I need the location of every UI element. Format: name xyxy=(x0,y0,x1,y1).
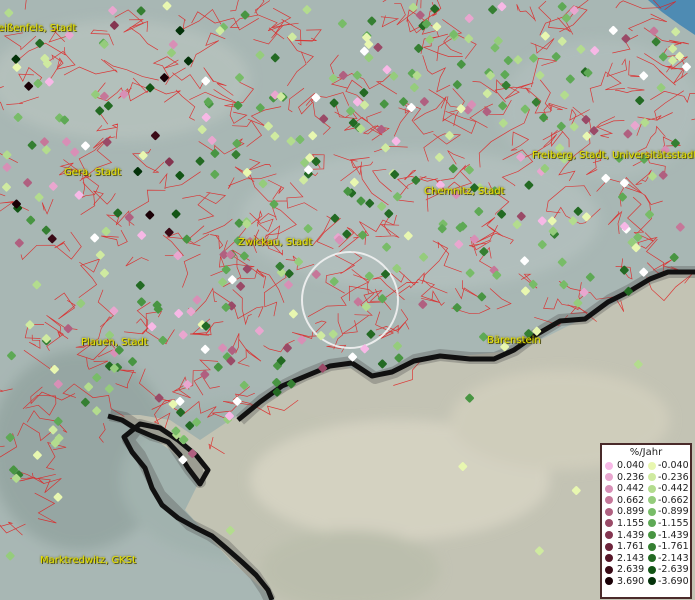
legend-value-positive: 0.662 xyxy=(617,494,645,506)
legend-row: 2.639 -2.639 xyxy=(602,564,690,576)
legend-swatch-positive xyxy=(605,484,613,493)
legend-value-positive: 1.439 xyxy=(617,529,645,541)
legend-value-negative: -0.236 xyxy=(658,471,689,483)
legend-value-positive: 3.690 xyxy=(617,575,645,587)
legend-value-negative: -1.155 xyxy=(658,517,689,529)
legend-value-positive: 2.639 xyxy=(617,564,645,576)
place-label-chemnitz[interactable]: Chemnitz, Stadt xyxy=(424,186,505,197)
legend-title: %/Jahr xyxy=(629,447,663,458)
legend-swatch-negative xyxy=(648,577,656,586)
legend-swatch-positive xyxy=(605,496,613,505)
map-canvas[interactable] xyxy=(0,0,695,600)
legend-swatch-negative xyxy=(648,507,656,516)
legend-rows: 0.040 -0.040 0.236 -0.236 0.442 -0.442 0.662 -0… xyxy=(602,460,690,588)
legend-value-negative: -1.761 xyxy=(658,541,689,553)
legend-value-positive: 0.442 xyxy=(617,483,645,495)
legend-value-negative: -2.639 xyxy=(658,564,689,576)
legend-value-negative: -0.662 xyxy=(658,494,689,506)
legend-swatch-negative xyxy=(648,554,656,563)
legend-swatch-negative xyxy=(648,473,656,482)
place-label-plauen[interactable]: Plauen, Stadt xyxy=(81,337,148,348)
legend-row: 0.662 -0.662 xyxy=(602,495,690,507)
legend-swatch-positive xyxy=(605,542,613,551)
legend-row: 2.143 -2.143 xyxy=(602,553,690,565)
legend-swatch-positive xyxy=(605,519,613,528)
legend-swatch-negative xyxy=(648,542,656,551)
legend-row: 3.690 -3.690 xyxy=(602,576,690,588)
legend-swatch-negative xyxy=(648,461,656,470)
legend-value-negative: -0.040 xyxy=(658,460,689,471)
legend-row: 0.899 -0.899 xyxy=(602,506,690,518)
place-label-zwickau[interactable]: Zwickau, Stadt xyxy=(238,237,312,248)
legend-swatch-positive xyxy=(605,461,613,470)
legend-row: 0.040 -0.040 xyxy=(602,460,690,472)
legend-value-negative: -0.899 xyxy=(658,506,689,518)
legend-row: 0.236 -0.236 xyxy=(602,472,690,484)
legend-value-negative: -3.690 xyxy=(658,575,689,587)
legend-value-negative: -2.143 xyxy=(658,552,689,564)
place-label-gera[interactable]: Gera, Stadt xyxy=(64,167,121,178)
legend-swatch-negative xyxy=(648,496,656,505)
legend-value-positive: 2.143 xyxy=(617,552,645,564)
legend-value-positive: 0.899 xyxy=(617,506,645,518)
legend-row: 1.155 -1.155 xyxy=(602,518,690,530)
legend-swatch-positive xyxy=(605,507,613,516)
legend-value-positive: 0.040 xyxy=(617,460,645,471)
legend: %/Jahr 0.040 -0.040 0.236 -0.236 0.442 -0.442… xyxy=(600,443,692,599)
legend-value-positive: 0.236 xyxy=(617,471,645,483)
legend-row: 0.442 -0.442 xyxy=(602,483,690,495)
legend-row: 1.439 -1.439 xyxy=(602,530,690,542)
legend-swatch-positive xyxy=(605,577,613,586)
legend-swatch-positive xyxy=(605,554,613,563)
legend-value-positive: 1.761 xyxy=(617,541,645,553)
place-label-baerenstein[interactable]: Bärenstein xyxy=(487,335,541,346)
legend-value-negative: -1.439 xyxy=(658,529,689,541)
legend-row: 1.761 -1.761 xyxy=(602,541,690,553)
legend-swatch-positive xyxy=(605,565,613,574)
place-label-weissenfels[interactable]: eißenfels, Stadt xyxy=(0,23,76,34)
legend-value-positive: 1.155 xyxy=(617,517,645,529)
legend-value-negative: -0.442 xyxy=(658,483,689,495)
legend-swatch-negative xyxy=(648,484,656,493)
legend-swatch-positive xyxy=(605,531,613,540)
legend-swatch-negative xyxy=(648,565,656,574)
legend-swatch-negative xyxy=(648,531,656,540)
legend-swatch-positive xyxy=(605,473,613,482)
place-label-marktredwitz[interactable]: Marktredwitz, GKSt xyxy=(40,555,136,566)
legend-swatch-negative xyxy=(648,519,656,528)
place-label-freiberg[interactable]: Freiberg, Stadt, Universitätsstadt xyxy=(532,150,695,161)
